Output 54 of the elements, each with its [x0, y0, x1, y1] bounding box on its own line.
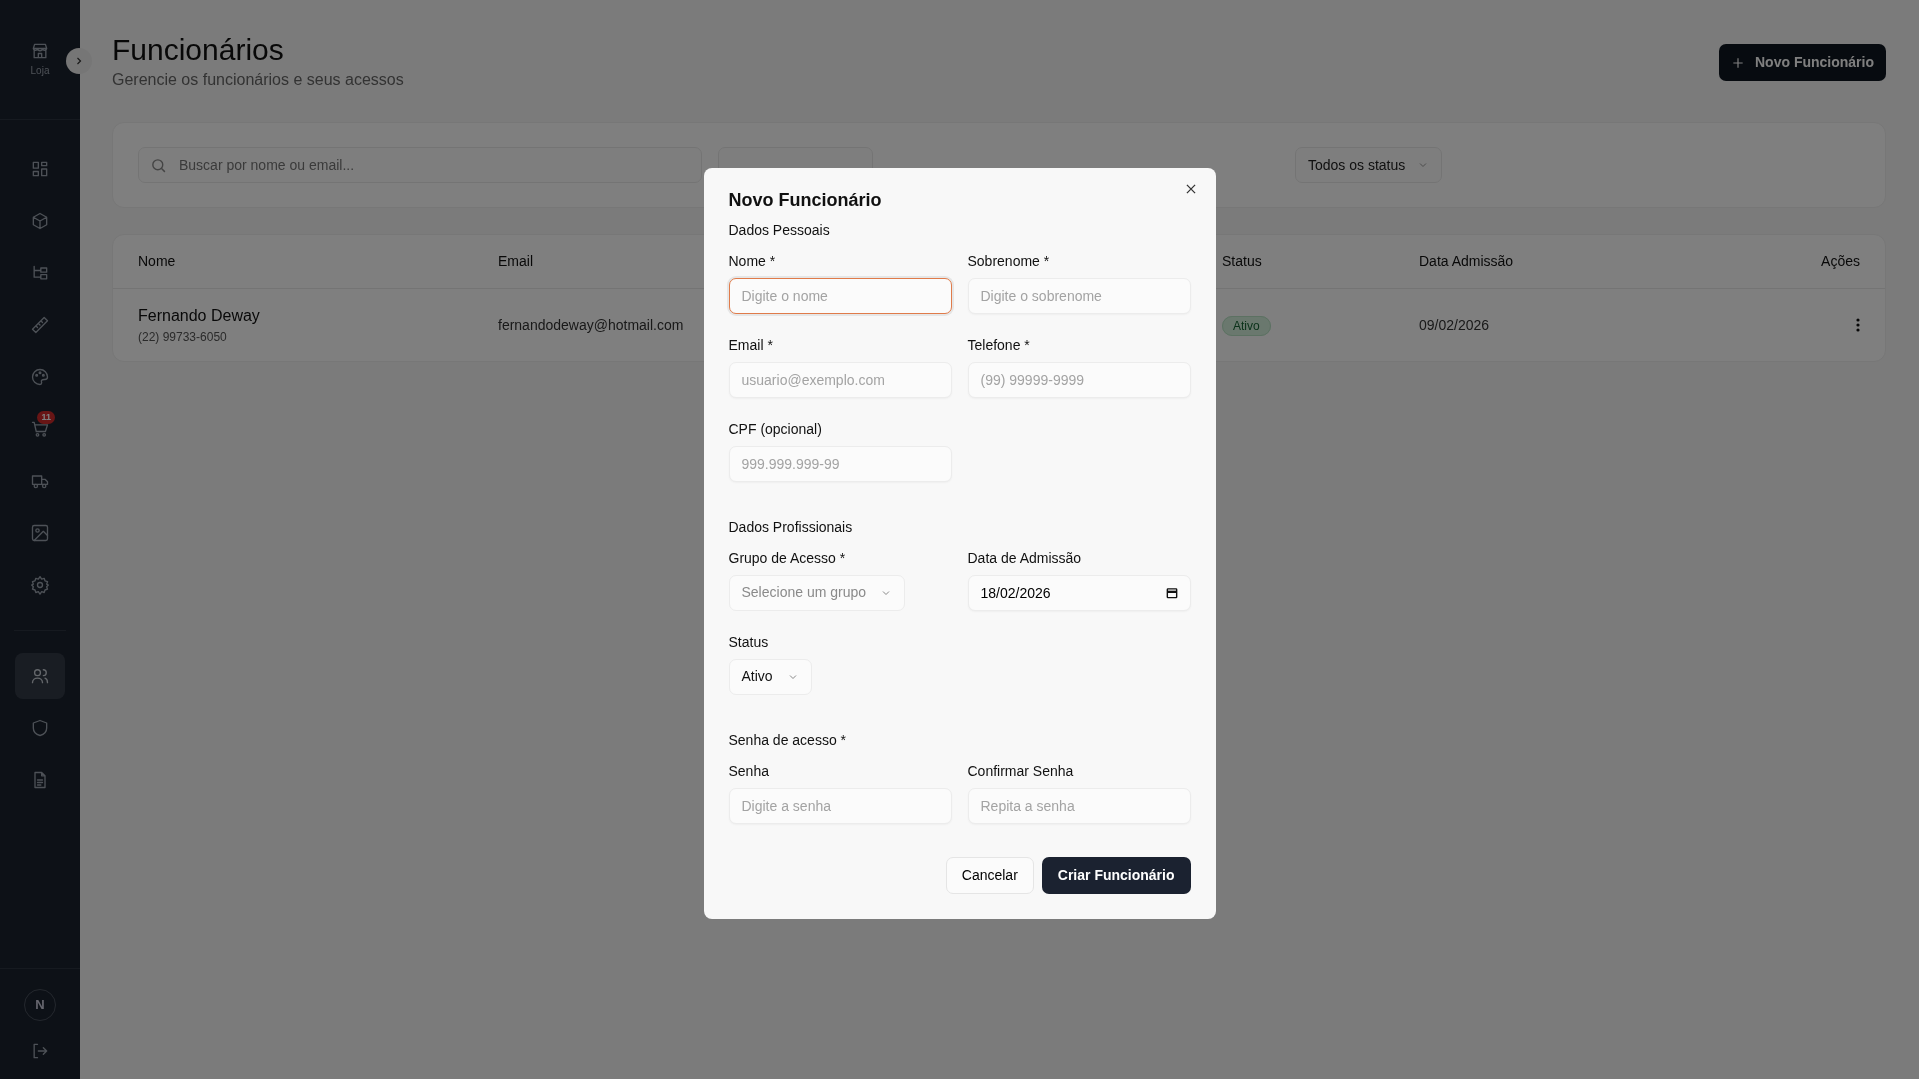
ruler-icon — [30, 315, 50, 335]
shield-icon — [30, 718, 50, 738]
brand-label: Loja — [30, 64, 50, 78]
column-header: Status — [1222, 253, 1262, 269]
more-options-icon[interactable] — [1856, 318, 1860, 332]
cancel-button[interactable]: Cancelar — [945, 856, 1034, 894]
field-label: Nome * — [728, 251, 777, 271]
date-field[interactable]: 18/02/2026 — [967, 574, 1191, 611]
column-header: Ações — [1821, 253, 1860, 269]
section-title: Dados Pessoais — [728, 220, 831, 240]
palette-icon — [30, 367, 50, 387]
create-employee-button[interactable]: Criar Funcionário — [1041, 856, 1191, 894]
field-label: Status — [728, 632, 770, 652]
column-header: Email — [498, 253, 533, 269]
employee-name: Fernando Deway — [138, 306, 261, 326]
settings-icon — [30, 575, 50, 595]
column-header: Data Admissão — [1419, 253, 1514, 269]
column-header: Nome — [138, 253, 176, 269]
status-select[interactable]: Todos os status — [1295, 147, 1443, 183]
field-label: Confirmar Senha — [967, 761, 1075, 781]
select-field[interactable]: Ativo — [728, 658, 812, 695]
search-field[interactable]: Buscar por nome ou email... — [138, 147, 702, 183]
field-label: Grupo de Acesso * — [728, 548, 847, 568]
field-label: Sobrenome * — [967, 251, 1051, 271]
box-icon — [30, 211, 50, 231]
store-icon — [30, 41, 50, 61]
cart-icon — [30, 419, 50, 439]
table-cell: 09/02/2026 — [1419, 316, 1490, 333]
image-icon — [30, 523, 50, 543]
select-field[interactable]: Selecione um grupo — [728, 574, 906, 611]
page-subtitle: Gerencie os funcionários e seus acessos — [112, 70, 404, 90]
calendar-icon — [1164, 585, 1179, 600]
count-badge: 11 — [37, 411, 55, 424]
grid-icon — [30, 159, 50, 179]
field-label: Email * — [728, 335, 774, 355]
input-field[interactable]: Digite o nome — [728, 277, 952, 314]
field-label: Senha — [728, 761, 770, 781]
field-label: CPF (opcional) — [728, 419, 823, 439]
new-employee-button[interactable]: Novo Funcionário — [1719, 44, 1886, 81]
status-badge: Ativo — [1222, 315, 1271, 336]
sidebar-item[interactable] — [15, 653, 65, 699]
plus-icon — [1731, 55, 1745, 70]
sidebar-toggle-button[interactable] — [66, 48, 92, 74]
field-label: Data de Admissão — [967, 548, 1083, 568]
table-cell: fernandodeway@hotmail.com — [498, 316, 684, 333]
search-icon — [150, 157, 167, 174]
section-title: Dados Profissionais — [728, 517, 854, 537]
section-title: Senha de acesso * — [728, 730, 848, 750]
employee-phone: (22) 99733-6050 — [138, 329, 228, 346]
field-label: Telefone * — [967, 335, 1031, 355]
page-title: Funcionários — [112, 32, 285, 68]
dialog-title: Novo Funcionário — [728, 190, 883, 212]
users-icon — [30, 666, 50, 686]
sidebar-item[interactable]: 11 — [15, 406, 65, 452]
